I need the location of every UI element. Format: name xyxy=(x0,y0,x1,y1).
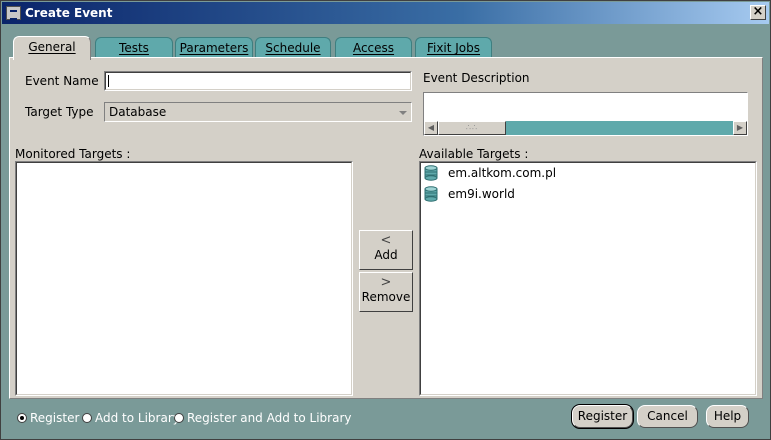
tab-label: Fixit Jobs xyxy=(426,41,481,55)
scrollbar-thumb[interactable]: ∴∴ xyxy=(438,121,506,135)
app-icon xyxy=(6,6,21,20)
help-button-label: Help xyxy=(713,409,742,423)
database-icon xyxy=(424,165,438,181)
target-type-select[interactable]: Database xyxy=(104,102,412,122)
description-horizontal-scrollbar[interactable]: ◀ ∴∴ ▶ xyxy=(424,121,747,135)
text-caret xyxy=(108,75,109,87)
register-button[interactable]: Register xyxy=(572,405,633,428)
dialog-footer: Register Add to Library Register and Add… xyxy=(1,399,770,435)
help-button[interactable]: Help xyxy=(706,405,749,428)
radio-label: Register xyxy=(30,411,80,425)
cancel-button-label: Cancel xyxy=(647,409,688,423)
tab-label: Tests xyxy=(119,41,149,55)
dropdown-arrow-icon xyxy=(399,111,407,115)
remove-button[interactable]: > Remove xyxy=(359,272,413,312)
scroll-right-icon[interactable]: ▶ xyxy=(733,121,747,135)
remove-button-label: Remove xyxy=(361,290,411,304)
title-bar[interactable]: Create Event × xyxy=(2,2,769,24)
chevron-right-icon: > xyxy=(380,275,392,290)
radio-selected-icon xyxy=(17,413,27,423)
available-targets-list[interactable]: em.altkom.com.pl em9i.world xyxy=(419,161,757,396)
add-button[interactable]: < Add xyxy=(359,230,413,270)
tab-access[interactable]: Access xyxy=(335,37,412,58)
tab-label: General xyxy=(28,40,76,54)
register-button-label: Register xyxy=(577,409,628,423)
list-item[interactable]: em.altkom.com.pl xyxy=(424,164,744,182)
event-name-input[interactable] xyxy=(104,71,412,91)
target-name: em.altkom.com.pl xyxy=(448,166,557,180)
available-targets-label: Available Targets : xyxy=(419,147,529,161)
radio-unselected-icon xyxy=(174,413,184,423)
add-button-label: Add xyxy=(374,248,398,262)
database-icon xyxy=(424,186,438,202)
window-title: Create Event xyxy=(25,6,113,20)
event-description-textarea[interactable]: ◀ ∴∴ ▶ xyxy=(423,92,748,136)
tab-tests[interactable]: Tests xyxy=(95,37,173,58)
tab-general[interactable]: General xyxy=(13,36,91,60)
target-name: em9i.world xyxy=(448,187,515,201)
radio-unselected-icon xyxy=(82,413,92,423)
monitored-targets-label: Monitored Targets : xyxy=(15,147,131,161)
event-name-label: Event Name xyxy=(25,74,99,88)
general-panel: Event Name Target Type Database Event De… xyxy=(9,57,763,399)
target-type-value: Database xyxy=(109,105,167,119)
tab-parameters[interactable]: Parameters xyxy=(175,37,253,58)
tab-fixit-jobs[interactable]: Fixit Jobs xyxy=(415,37,492,58)
tab-label: Parameters xyxy=(179,41,249,55)
tab-label: Access xyxy=(352,41,395,55)
close-button[interactable]: × xyxy=(750,5,766,20)
radio-label: Register and Add to Library xyxy=(187,411,352,425)
radio-label: Add to Library xyxy=(95,411,180,425)
tab-schedule[interactable]: Schedule xyxy=(255,37,331,58)
create-event-dialog: Create Event × General Tests Parameters … xyxy=(0,0,771,440)
event-description-label: Event Description xyxy=(423,71,530,85)
target-type-label: Target Type xyxy=(25,105,94,119)
cancel-button[interactable]: Cancel xyxy=(637,405,698,428)
tab-label: Schedule xyxy=(265,41,321,55)
chevron-left-icon: < xyxy=(380,233,392,248)
list-item[interactable]: em9i.world xyxy=(424,185,744,203)
monitored-targets-list[interactable] xyxy=(15,161,353,396)
scroll-left-icon[interactable]: ◀ xyxy=(424,121,438,135)
